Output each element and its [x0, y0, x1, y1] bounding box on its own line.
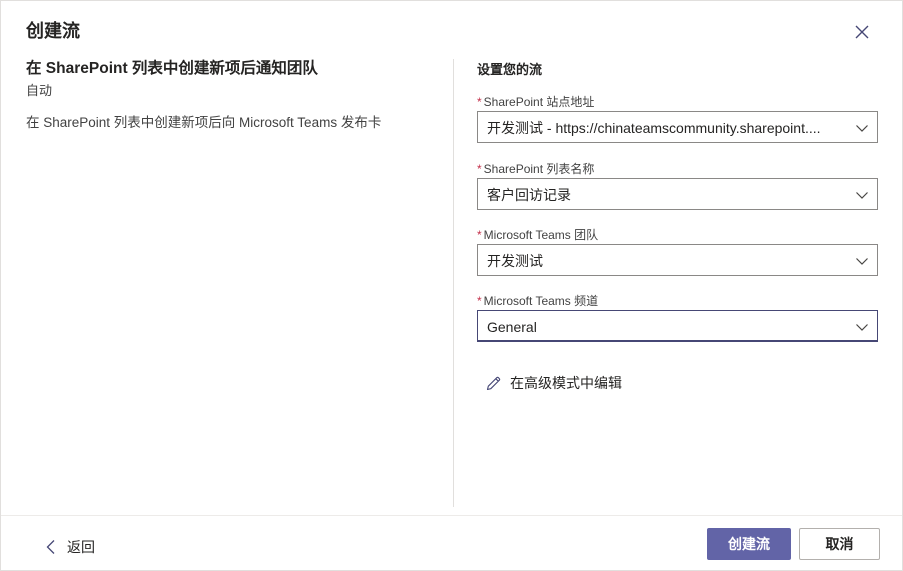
teams-team-field: * Microsoft Teams 团队 开发测试	[477, 228, 878, 276]
chevron-down-icon	[856, 258, 868, 265]
template-description: 在 SharePoint 列表中创建新项后向 Microsoft Teams 发…	[26, 115, 382, 130]
teams-channel-field: * Microsoft Teams 频道 General	[477, 294, 878, 342]
sharepoint-site-label: * SharePoint 站点地址	[477, 95, 595, 109]
sharepoint-site-value: 开发测试 - https://chinateamscommunity.share…	[487, 120, 821, 136]
edit-advanced-mode-link[interactable]: 在高级模式中编辑	[485, 373, 622, 393]
setup-section-title: 设置您的流	[477, 62, 543, 77]
teams-channel-value: General	[487, 319, 537, 335]
chevron-left-icon	[46, 540, 55, 554]
teams-channel-select[interactable]: General	[477, 310, 878, 342]
pencil-icon	[486, 376, 501, 390]
pane-divider	[453, 59, 454, 507]
chevron-down-icon	[856, 324, 868, 331]
back-label: 返回	[67, 539, 95, 555]
sharepoint-list-select[interactable]: 客户回访记录	[477, 178, 878, 210]
sharepoint-list-value: 客户回访记录	[487, 187, 571, 203]
teams-channel-label: * Microsoft Teams 频道	[477, 294, 599, 308]
teams-team-select[interactable]: 开发测试	[477, 244, 878, 276]
chevron-down-icon	[856, 192, 868, 199]
required-marker: *	[477, 228, 482, 242]
footer-divider	[1, 515, 902, 516]
required-marker: *	[477, 95, 482, 109]
sharepoint-site-select[interactable]: 开发测试 - https://chinateamscommunity.share…	[477, 111, 878, 143]
back-button[interactable]: 返回	[45, 537, 95, 557]
template-type: 自动	[26, 83, 53, 98]
cancel-button[interactable]: 取消	[799, 528, 880, 560]
chevron-down-icon	[856, 125, 868, 132]
sharepoint-site-field: * SharePoint 站点地址 开发测试 - https://chinatea…	[477, 95, 878, 143]
setup-pane: 设置您的流 * SharePoint 站点地址 开发测试 - https://ch…	[477, 59, 879, 391]
edit-advanced-mode-label: 在高级模式中编辑	[510, 375, 622, 391]
template-name: 在 SharePoint 列表中创建新项后通知团队	[26, 60, 318, 77]
create-flow-dialog: 创建流 在 SharePoint 列表中创建新项后通知团队 自动 在 Share…	[0, 0, 903, 571]
close-icon[interactable]	[853, 23, 871, 41]
template-summary: 在 SharePoint 列表中创建新项后通知团队 自动 在 SharePoin…	[26, 59, 436, 132]
required-marker: *	[477, 162, 482, 176]
dialog-title: 创建流	[26, 21, 80, 41]
required-marker: *	[477, 294, 482, 308]
sharepoint-list-label: * SharePoint 列表名称	[477, 162, 595, 176]
teams-team-label: * Microsoft Teams 团队	[477, 228, 599, 242]
teams-team-value: 开发测试	[487, 253, 543, 269]
sharepoint-list-field: * SharePoint 列表名称 客户回访记录	[477, 162, 878, 210]
create-flow-button[interactable]: 创建流	[707, 528, 791, 560]
